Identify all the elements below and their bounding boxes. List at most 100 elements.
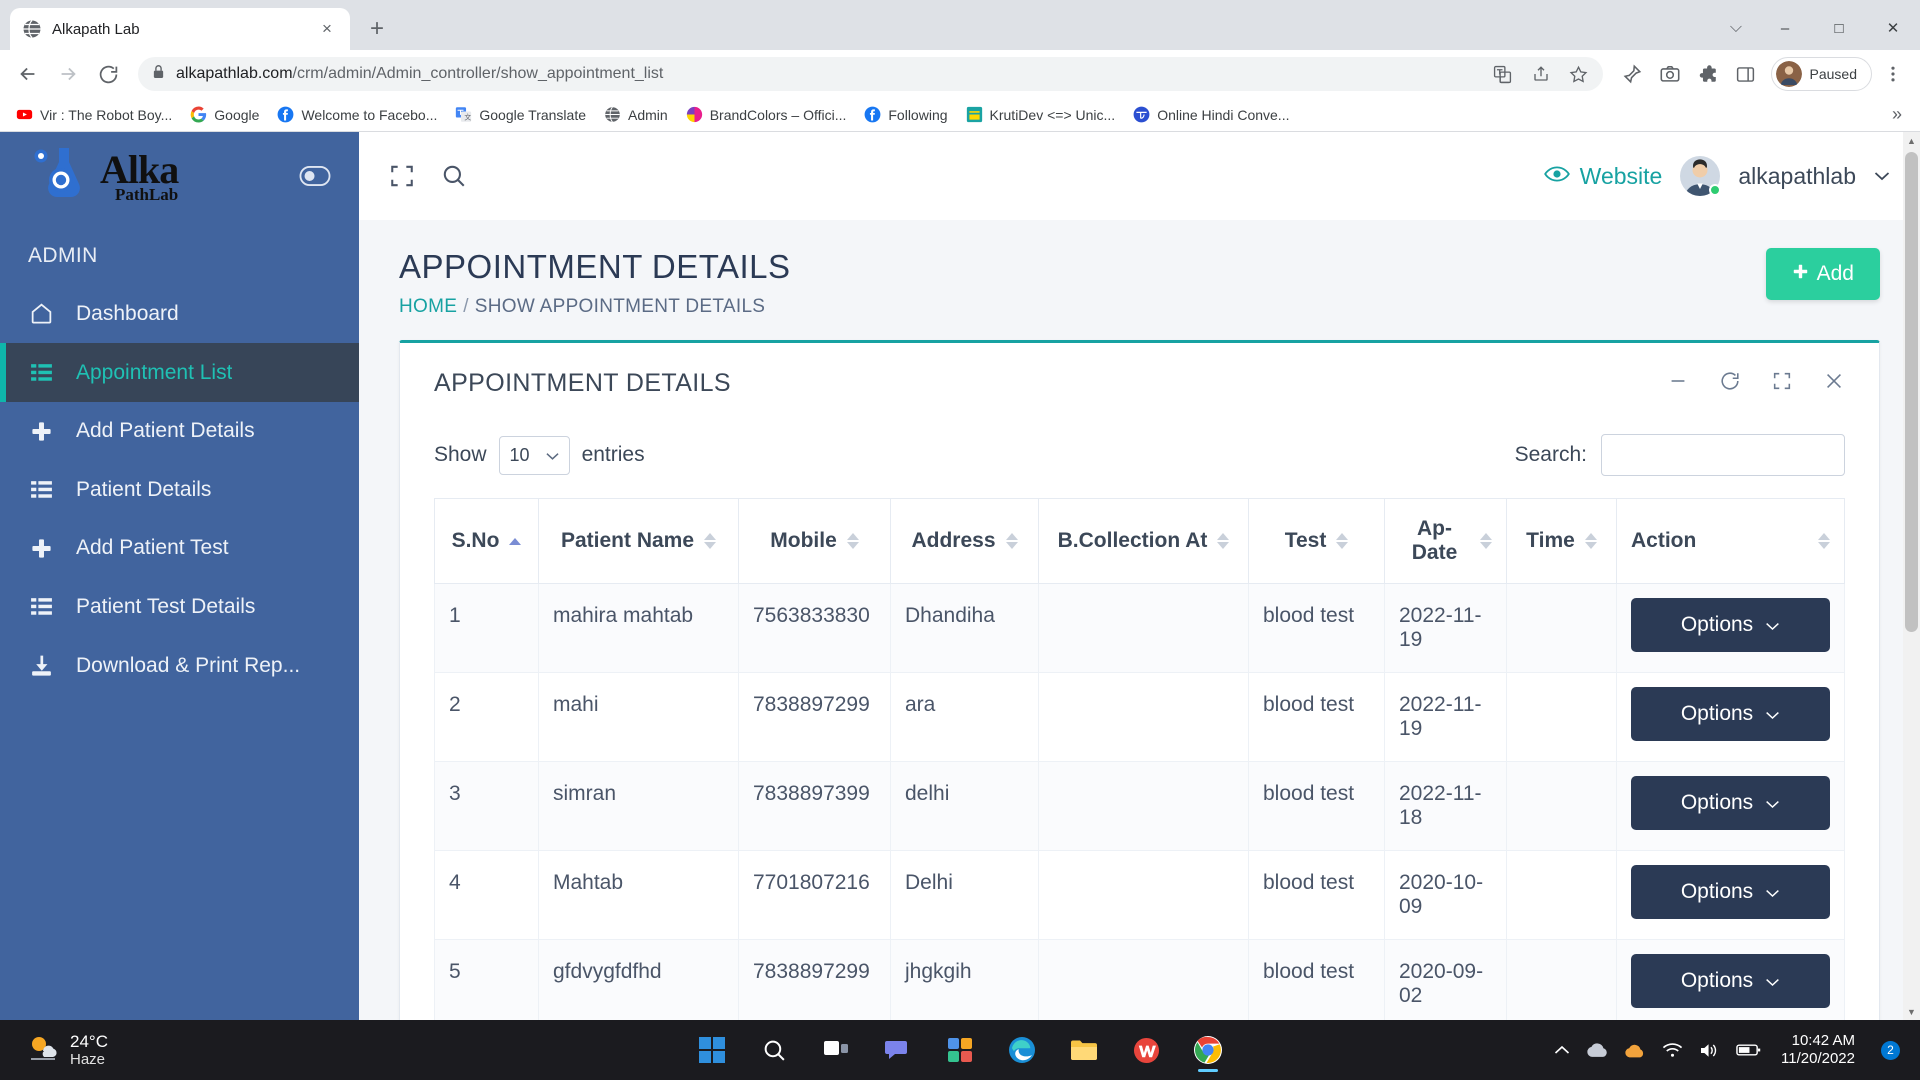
column-label: Address [911, 529, 996, 552]
bookmark-item[interactable]: Welcome to Facebo... [269, 102, 445, 127]
maximize-button[interactable]: □ [1812, 6, 1866, 50]
browser-toolbar: alkapathlab.com/crm/admin/Admin_controll… [0, 50, 1920, 98]
column-header-address[interactable]: Address [890, 498, 1039, 584]
chat-icon[interactable] [875, 1027, 921, 1073]
avatar[interactable] [1680, 156, 1722, 196]
chevron-down-icon[interactable] [1874, 168, 1890, 185]
sidebar-item-add-patient-test[interactable]: Add Patient Test [0, 519, 359, 577]
column-header-test[interactable]: Test [1248, 498, 1385, 584]
column-header-time[interactable]: Time [1506, 498, 1617, 584]
address-bar[interactable]: alkapathlab.com/crm/admin/Admin_controll… [138, 57, 1603, 91]
new-tab-button[interactable]: + [360, 12, 394, 46]
back-icon[interactable] [10, 56, 46, 92]
scroll-down-arrow-icon[interactable]: ▼ [1903, 1003, 1920, 1020]
forward-icon[interactable] [50, 56, 86, 92]
sidebar-item-patient-test-details[interactable]: Patient Test Details [0, 577, 359, 636]
chrome-icon[interactable] [1185, 1027, 1231, 1073]
sidebar-item-appointment-list[interactable]: Appointment List [0, 343, 359, 402]
sidebar-toggle-icon[interactable] [299, 166, 331, 186]
cloud-icon[interactable] [1586, 1042, 1608, 1058]
bookmarks-overflow-icon[interactable]: » [1882, 104, 1912, 125]
refresh-icon[interactable] [1719, 370, 1741, 397]
volume-icon[interactable] [1699, 1042, 1720, 1059]
extensions-icon[interactable] [1691, 57, 1725, 91]
cell-time [1506, 850, 1617, 940]
bookmark-item[interactable]: Google [182, 102, 267, 127]
sidebar-item-patient-details[interactable]: Patient Details [0, 460, 359, 519]
screenshot-camera-icon[interactable] [1653, 57, 1687, 91]
close-window-button[interactable]: ✕ [1866, 6, 1920, 50]
bookmark-star-icon[interactable] [1565, 60, 1593, 88]
sidebar-item-dashboard[interactable]: Dashboard [0, 284, 359, 343]
file-explorer-icon[interactable] [1061, 1027, 1107, 1073]
wps-office-icon[interactable] [1123, 1027, 1169, 1073]
bookmark-item[interactable]: 文 Google Translate [447, 102, 594, 127]
search-icon[interactable] [441, 163, 467, 189]
options-button[interactable]: Options [1631, 598, 1830, 652]
chevron-down-icon[interactable]: ⌵ [1714, 6, 1758, 50]
onedrive-icon[interactable] [1624, 1041, 1646, 1059]
options-button[interactable]: Options [1631, 687, 1830, 741]
bookmark-item[interactable]: Vir : The Robot Boy... [8, 102, 180, 127]
edge-icon[interactable] [999, 1027, 1045, 1073]
chrome-menu-icon[interactable] [1876, 57, 1910, 91]
plus-icon [28, 420, 54, 443]
add-button[interactable]: Add [1765, 248, 1880, 300]
translate-icon[interactable] [1489, 60, 1517, 88]
side-panel-icon[interactable] [1729, 57, 1763, 91]
notification-badge[interactable]: 2 [1881, 1040, 1900, 1060]
minimize-icon[interactable] [1667, 370, 1689, 397]
options-button[interactable]: Options [1631, 776, 1830, 830]
website-link[interactable]: Website [1543, 163, 1662, 190]
table-body: 1 mahira mahtab 7563833830 Dhandiha bloo… [434, 583, 1845, 1020]
bookmark-item[interactable]: KrutiDev <=> Unic... [958, 102, 1124, 127]
column-label: Mobile [770, 529, 837, 552]
column-header-action[interactable]: Action [1616, 498, 1845, 584]
scroll-up-arrow-icon[interactable]: ▲ [1903, 132, 1920, 149]
battery-icon[interactable] [1736, 1043, 1761, 1057]
expand-icon[interactable] [1771, 370, 1793, 397]
browser-tab[interactable]: Alkapath Lab × [10, 8, 350, 50]
bookmark-item[interactable]: Following [856, 102, 955, 127]
expand-icon[interactable] [389, 163, 415, 189]
clock[interactable]: 10:42 AM 11/20/2022 [1777, 1032, 1855, 1068]
facebook-icon [864, 106, 881, 123]
reload-icon[interactable] [90, 56, 126, 92]
widgets-icon[interactable] [937, 1027, 983, 1073]
share-icon[interactable] [1527, 60, 1555, 88]
cell-sno: 4 [434, 850, 539, 940]
column-header-bcollection-at[interactable]: B.Collection At [1038, 498, 1249, 584]
column-header-mobile[interactable]: Mobile [738, 498, 891, 584]
options-button[interactable]: Options [1631, 954, 1830, 1008]
cell-action: Options [1616, 850, 1845, 940]
scrollbar-thumb[interactable] [1905, 152, 1918, 632]
entries-select[interactable]: 10 [498, 435, 570, 475]
sidebar-item-download-print-report[interactable]: Download & Print Rep... [0, 636, 359, 695]
column-header-patient-name[interactable]: Patient Name [538, 498, 739, 584]
bookmark-item[interactable]: BrandColors – Offici... [678, 102, 855, 127]
profile-chip[interactable]: Paused [1770, 57, 1872, 91]
column-header-sno[interactable]: S.No [434, 498, 539, 584]
start-icon[interactable] [689, 1027, 735, 1073]
bookmark-item[interactable]: Admin [596, 102, 676, 127]
extension-pin-icon[interactable] [1615, 57, 1649, 91]
weather-widget[interactable]: 24°C Haze [12, 1032, 108, 1069]
user-name[interactable]: alkapathlab [1738, 163, 1856, 190]
task-view-icon[interactable] [813, 1027, 859, 1073]
close-icon[interactable]: × [316, 18, 338, 40]
sidebar-item-add-patient-details[interactable]: Add Patient Details [0, 402, 359, 460]
bookmark-item[interactable]: Online Hindi Conve... [1125, 102, 1297, 127]
windows-taskbar: 24°C Haze 10:42 AM 11/20/2022 2 [0, 1020, 1920, 1080]
wifi-icon[interactable] [1662, 1042, 1683, 1059]
system-tray: 10:42 AM 11/20/2022 2 [1554, 1032, 1908, 1068]
breadcrumb-home-link[interactable]: HOME [399, 296, 457, 317]
close-icon[interactable] [1823, 370, 1845, 397]
chevron-up-icon[interactable] [1554, 1045, 1570, 1056]
search-input[interactable] [1601, 434, 1845, 476]
page-scrollbar[interactable]: ▲ ▼ [1903, 132, 1920, 1020]
brand-logo[interactable]: Alka PathLab [0, 132, 359, 220]
options-button[interactable]: Options [1631, 865, 1830, 919]
minimize-button[interactable]: – [1758, 6, 1812, 50]
column-header-ap-date[interactable]: Ap-Date [1384, 498, 1507, 584]
search-icon[interactable] [751, 1027, 797, 1073]
